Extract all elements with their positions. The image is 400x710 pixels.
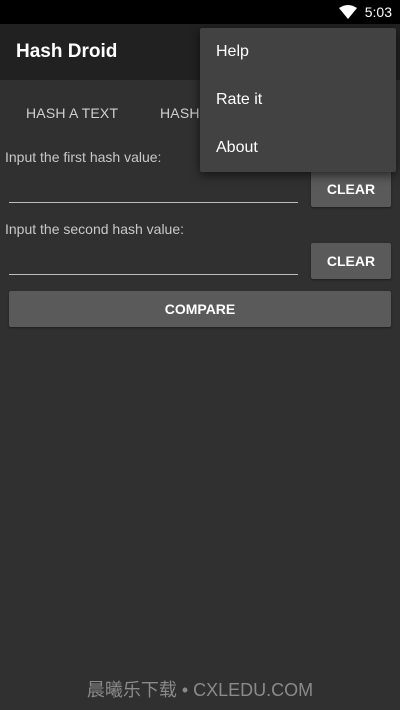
menu-item-rate-it[interactable]: Rate it bbox=[200, 76, 396, 124]
compare-button[interactable]: COMPARE bbox=[9, 291, 391, 327]
wifi-icon bbox=[338, 5, 357, 19]
status-bar: 5:03 bbox=[0, 0, 400, 24]
first-hash-label: Input the first hash value: bbox=[5, 149, 162, 165]
overflow-menu: Help Rate it About bbox=[200, 28, 396, 172]
tab-hash-file[interactable]: HASH bbox=[160, 105, 200, 121]
menu-item-help[interactable]: Help bbox=[200, 28, 396, 76]
second-hash-input[interactable] bbox=[9, 245, 298, 275]
tab-hash-a-text[interactable]: HASH A TEXT bbox=[26, 105, 118, 121]
menu-item-about[interactable]: About bbox=[200, 124, 396, 172]
app-title: Hash Droid bbox=[16, 41, 118, 62]
clear-first-hash-button[interactable]: CLEAR bbox=[311, 171, 391, 207]
clear-second-hash-button[interactable]: CLEAR bbox=[311, 243, 391, 279]
second-hash-label: Input the second hash value: bbox=[5, 221, 185, 237]
first-hash-input[interactable] bbox=[9, 173, 298, 203]
status-time: 5:03 bbox=[364, 4, 392, 20]
watermark: 晨曦乐下载 • CXLEDU.COM bbox=[86, 680, 314, 700]
